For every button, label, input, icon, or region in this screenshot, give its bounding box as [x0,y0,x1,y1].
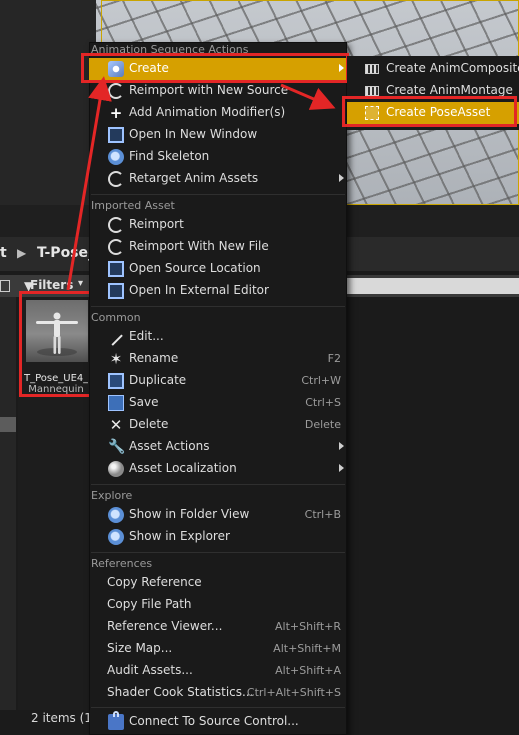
annotation-arrows [66,76,336,291]
arrow-asset-to-create [66,76,112,291]
arrow-create-to-poseasset [280,83,336,110]
